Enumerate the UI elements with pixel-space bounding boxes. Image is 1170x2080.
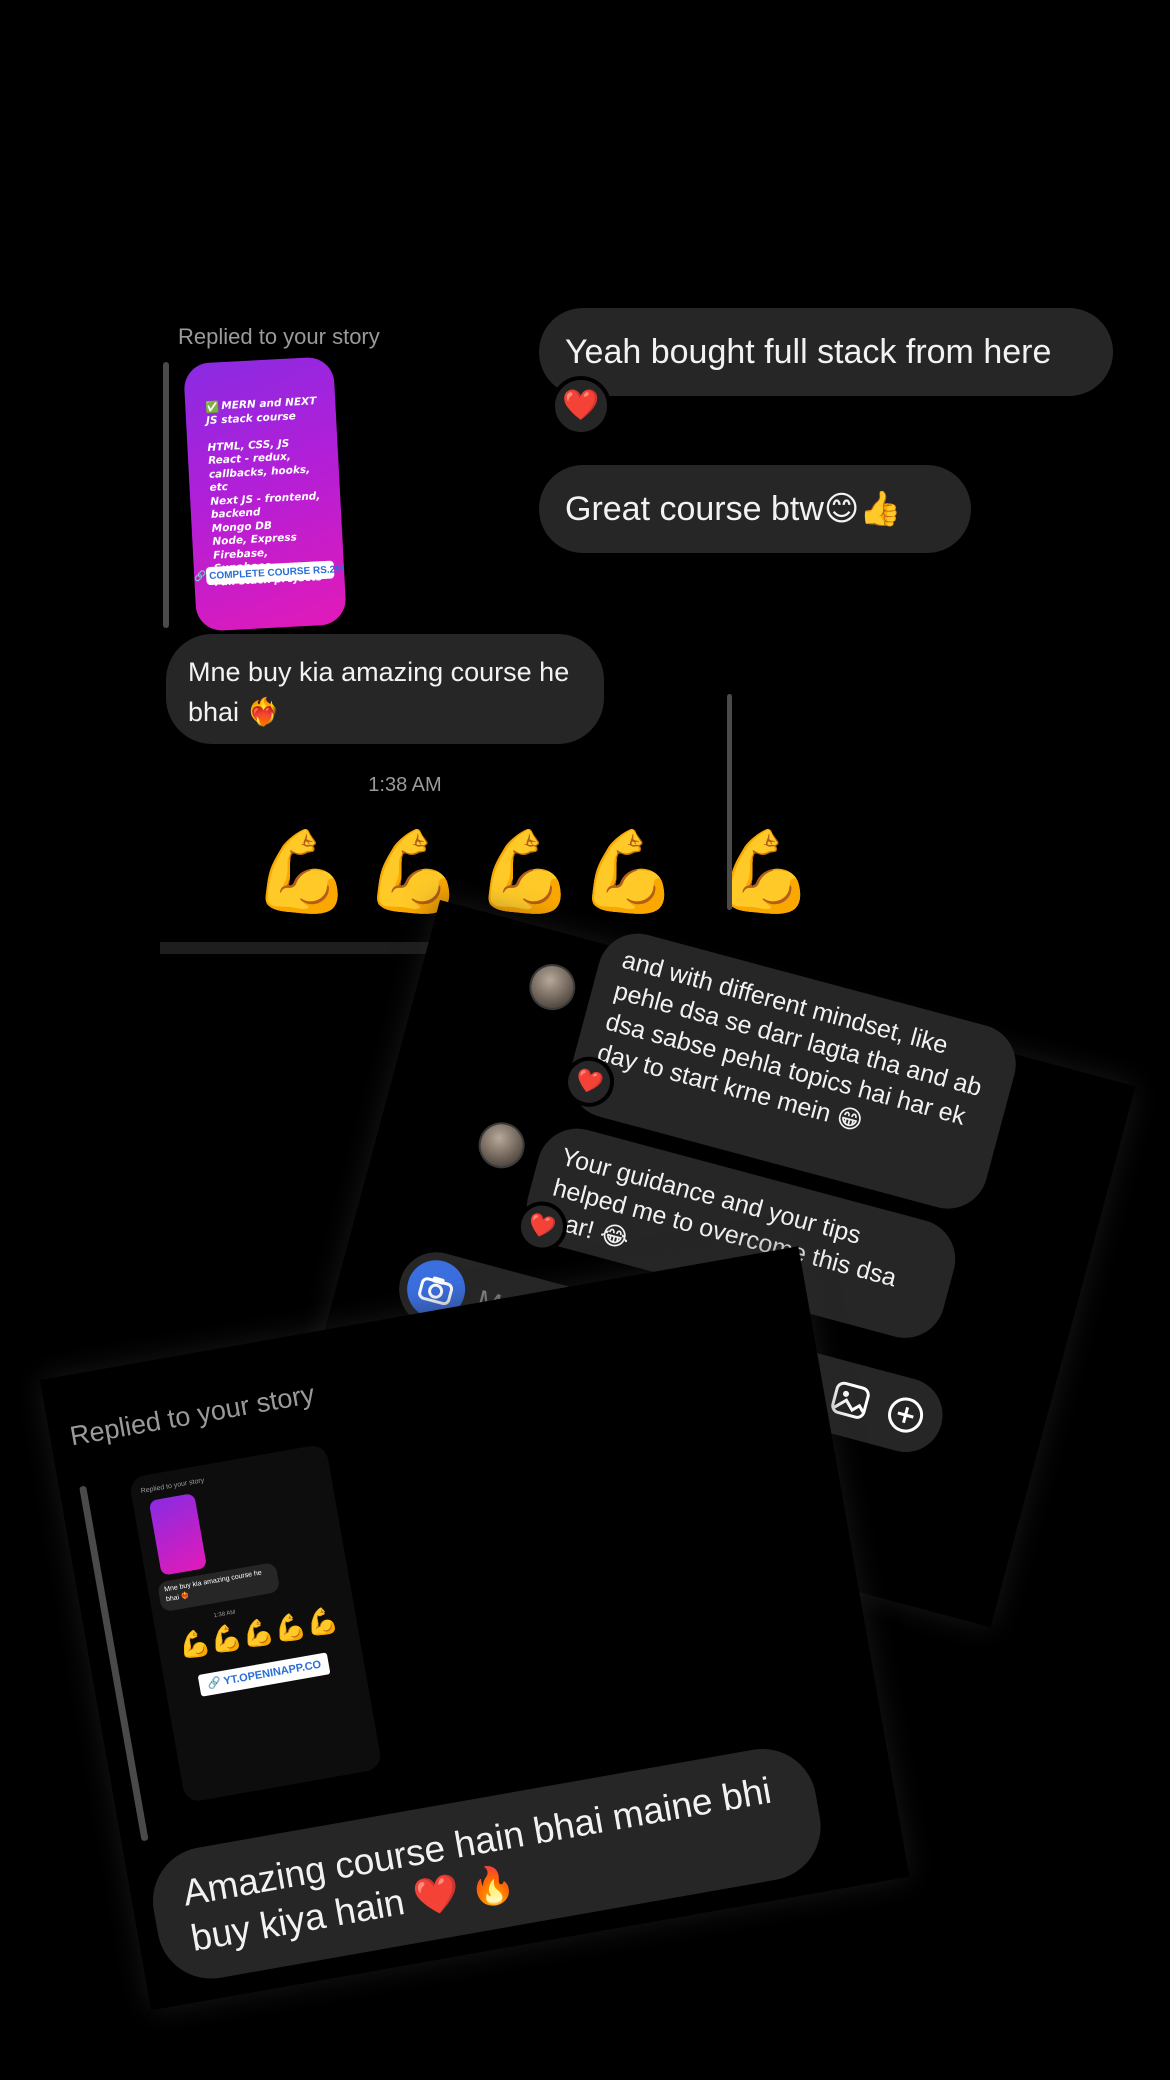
timestamp: 1:38 AM xyxy=(368,774,442,796)
rotated-screenshot-panel-bottom: Replied to your story Replied to your st… xyxy=(40,1246,910,2011)
gallery-icon[interactable] xyxy=(827,1379,872,1426)
story-reply-message[interactable]: Mne buy kia amazing course he bhai ❤️‍🔥 xyxy=(166,634,604,744)
story-thumbnail[interactable]: ✅ MERN and NEXT JS stack course HTML, CS… xyxy=(183,356,347,632)
sent-message-1[interactable]: Yeah bought full stack from here xyxy=(539,308,1113,396)
link-chip[interactable]: 🔗 YT.OPENINAPP.CO xyxy=(197,1652,331,1697)
flexed-biceps-emoji: 💪 xyxy=(252,827,352,916)
story-card-text: MERN and NEXT JS stack course HTML, CSS,… xyxy=(205,395,323,588)
mini-story-card xyxy=(148,1492,208,1576)
flexed-biceps-emoji: 💪 xyxy=(578,827,679,916)
replied-to-story-label: Replied to your story xyxy=(67,1378,317,1452)
heart-reaction-icon[interactable]: ❤️ xyxy=(551,376,611,436)
mini-timestamp: 1:38 AM xyxy=(213,1609,236,1620)
flexed-biceps-emoji: 💪 xyxy=(475,827,575,916)
reply-quote-bar xyxy=(163,362,169,628)
mini-reply-label: Replied to your story xyxy=(140,1477,205,1496)
flexed-biceps-emoji: 💪 xyxy=(363,827,464,916)
sent-message-2[interactable]: Great course btw😊👍 xyxy=(539,465,971,553)
sender-avatar xyxy=(524,958,581,1016)
nested-screenshot-thumbnail[interactable]: Replied to your story Mne buy kia amazin… xyxy=(128,1443,383,1804)
add-icon[interactable] xyxy=(881,1392,929,1443)
overlap-divider xyxy=(727,694,732,910)
replied-to-story-label: Replied to your story xyxy=(178,324,380,349)
sender-avatar xyxy=(473,1117,530,1174)
